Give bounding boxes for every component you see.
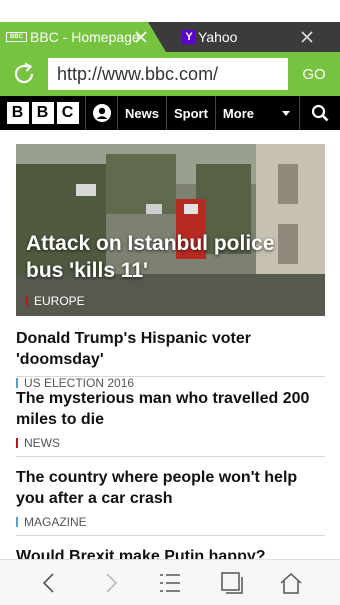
- tab-bbc[interactable]: BBC BBC - Homepage: [0, 22, 166, 52]
- tag-bar: [16, 517, 18, 527]
- yahoo-favicon-icon: Y: [182, 30, 196, 44]
- back-icon: [42, 573, 54, 593]
- search-button[interactable]: [300, 96, 340, 130]
- story-item[interactable]: The mysterious man who travelled 200 mil…: [16, 388, 325, 450]
- tab-strip: BBC BBC - Homepage Y Yahoo: [0, 22, 340, 52]
- account-button[interactable]: [86, 96, 118, 130]
- hero-tag-label: EUROPE: [34, 294, 85, 308]
- bottom-toolbar: [0, 559, 340, 605]
- story-tag[interactable]: MAGAZINE: [16, 515, 325, 529]
- home-icon: [280, 572, 302, 594]
- tag-bar: [26, 296, 28, 306]
- dropdown-arrow-icon: [281, 110, 290, 116]
- address-bar: http://www.bbc.com/ GO: [0, 52, 340, 96]
- story-item[interactable]: Donald Trump's Hispanic voter 'doomsday'…: [16, 328, 325, 390]
- nav-sport[interactable]: Sport: [167, 96, 216, 130]
- favicon-text: BBC: [10, 34, 23, 40]
- go-button[interactable]: GO: [296, 60, 332, 88]
- search-icon: [311, 104, 329, 122]
- nav-more[interactable]: More: [216, 96, 300, 130]
- tag-bar: [16, 438, 18, 448]
- close-tab-icon[interactable]: [134, 30, 148, 44]
- home-button[interactable]: [277, 569, 305, 597]
- hero-title[interactable]: Attack on Istanbul police bus 'kills 11': [26, 230, 316, 284]
- url-input[interactable]: http://www.bbc.com/: [48, 58, 288, 90]
- bbc-logo-letter: B: [31, 102, 54, 124]
- nav-more-label: More: [222, 105, 254, 121]
- tab-label: Yahoo: [198, 29, 238, 45]
- bbc-nav-bar: B B C News Sport More: [0, 96, 340, 130]
- tab-yahoo[interactable]: Y Yahoo: [160, 22, 340, 52]
- bbc-logo-letter: B: [6, 102, 29, 124]
- story-title[interactable]: The country where people won't help you …: [16, 467, 325, 509]
- story-tag[interactable]: NEWS: [16, 436, 325, 450]
- close-tab-icon[interactable]: [300, 30, 314, 44]
- divider: [16, 535, 325, 536]
- tabs-button[interactable]: [218, 569, 246, 597]
- reload-icon[interactable]: [10, 60, 38, 88]
- hero-story[interactable]: Attack on Istanbul police bus 'kills 11'…: [16, 144, 325, 316]
- forward-button[interactable]: [97, 569, 125, 597]
- tab-label: BBC - Homepage: [30, 29, 140, 45]
- story-title[interactable]: Donald Trump's Hispanic voter 'doomsday': [16, 328, 325, 370]
- story-item[interactable]: The country where people won't help you …: [16, 467, 325, 529]
- divider: [16, 376, 325, 377]
- tabs-icon: [221, 572, 243, 594]
- menu-icon: [160, 574, 180, 592]
- bbc-favicon-icon: BBC: [6, 32, 27, 42]
- story-title[interactable]: The mysterious man who travelled 200 mil…: [16, 388, 325, 430]
- forward-icon: [106, 573, 118, 593]
- back-button[interactable]: [35, 569, 63, 597]
- bbc-logo-letter: C: [56, 102, 79, 124]
- divider: [16, 456, 325, 457]
- tag-bar: [16, 378, 18, 388]
- menu-button[interactable]: [156, 569, 184, 597]
- account-icon: [92, 104, 111, 122]
- status-bar: [0, 0, 340, 22]
- story-tag-label: MAGAZINE: [24, 515, 87, 529]
- story-tag-label: NEWS: [24, 436, 60, 450]
- nav-news[interactable]: News: [118, 96, 167, 130]
- hero-tag[interactable]: EUROPE: [26, 294, 85, 308]
- bbc-logo[interactable]: B B C: [0, 96, 86, 130]
